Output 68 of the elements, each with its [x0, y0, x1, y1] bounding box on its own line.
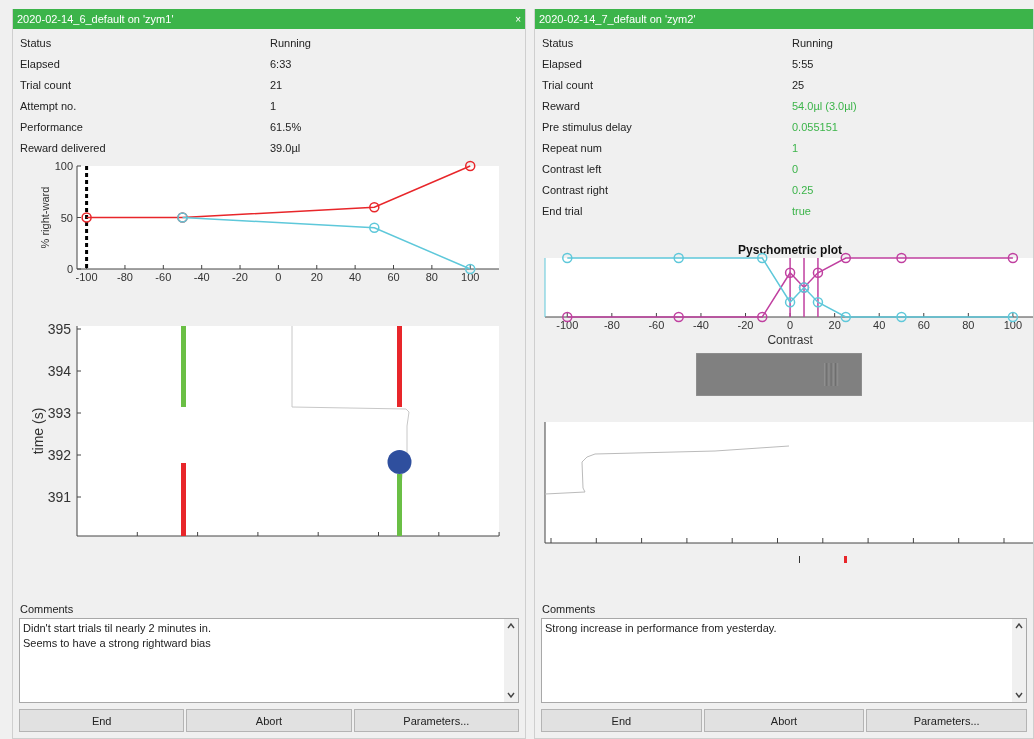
x-tick-label: -100	[556, 319, 579, 331]
info-label: Elapsed	[542, 57, 583, 72]
info-value: 1	[792, 141, 800, 156]
info-label: Trial count	[542, 78, 594, 93]
y-tick-label: 392	[47, 447, 71, 463]
info-value: 1	[270, 99, 278, 114]
info-label: Pre stimulus delay	[542, 120, 633, 135]
info-label: Performance	[20, 120, 84, 135]
info-label: Contrast left	[542, 162, 603, 177]
comments-text: Didn't start trials til nearly 2 minutes in. Seems to have a strong rightward bias	[22, 621, 212, 651]
info-value: 0.25	[792, 183, 815, 198]
x-tick-label: -40	[693, 319, 709, 331]
info-label: End trial	[542, 204, 584, 219]
x-tick-label: 60	[917, 319, 930, 331]
info-value: 21	[270, 78, 284, 93]
x-tick-label: 80	[425, 271, 438, 283]
info-value: Running	[792, 36, 834, 51]
info-value: 61.5%	[270, 120, 303, 135]
info-value: 39.0µl	[270, 141, 302, 156]
y-tick-label: 50	[60, 211, 73, 224]
comments-label: Comments	[20, 603, 74, 615]
y-axis-label: % right-ward	[39, 186, 51, 249]
x-tick-label: -80	[603, 319, 620, 331]
info-value: 54.0µl (3.0µl)	[792, 99, 858, 114]
x-tick-label: 40	[349, 271, 362, 283]
y-tick-label: 100	[54, 160, 73, 172]
info-label: Contrast right	[542, 183, 610, 198]
info-label: Reward delivered	[20, 141, 107, 156]
y-tick-label: 393	[47, 405, 71, 421]
chart-title: Pyschometric plot	[738, 243, 843, 257]
info-value: Running	[270, 36, 312, 51]
panel-title: 2020-02-14_7_default on 'zym2'	[539, 13, 696, 25]
info-label: Elapsed	[20, 57, 61, 72]
x-tick-label: 80	[962, 319, 975, 331]
y-tick-label: 0	[66, 263, 73, 275]
info-value: 25	[792, 78, 806, 93]
info-label: Trial count	[20, 78, 72, 93]
x-tick-label: -60	[648, 319, 665, 331]
x-tick-label: 0	[787, 319, 794, 331]
x-tick-label: 20	[828, 319, 841, 331]
x-tick-label: 0	[275, 271, 282, 283]
comments-text: Strong increase in performance from yesterday.	[544, 621, 778, 636]
info-label: Repeat num	[542, 141, 603, 156]
x-tick-label: -100	[75, 271, 98, 283]
info-value: 0.055151	[792, 120, 839, 135]
x-tick-label: 60	[387, 271, 400, 283]
y-tick-label: 395	[47, 321, 71, 337]
x-tick-label: 20	[310, 271, 323, 283]
y-tick-label: 391	[47, 489, 71, 505]
y-axis-label: time (s)	[30, 407, 46, 455]
x-axis-label: Contrast	[767, 333, 813, 347]
x-tick-label: -20	[737, 319, 754, 331]
info-value: 6:33	[270, 57, 293, 72]
info-value: 5:55	[792, 57, 815, 72]
info-value: true	[792, 204, 812, 219]
info-label: Status	[542, 36, 575, 51]
info-label: Attempt no.	[20, 99, 78, 114]
panel-title: 2020-02-14_6_default on 'zym1'	[17, 13, 174, 25]
comments-label: Comments	[542, 603, 596, 615]
x-tick-label: -40	[193, 271, 210, 283]
x-tick-label: 40	[873, 319, 886, 331]
x-tick-label: -20	[232, 271, 248, 283]
y-tick-label: 394	[47, 363, 71, 379]
info-value: 0	[792, 162, 800, 177]
x-tick-label: -80	[117, 271, 133, 283]
info-label: Reward	[542, 99, 581, 114]
info-label: Status	[20, 36, 53, 51]
x-tick-label: -60	[155, 271, 172, 283]
